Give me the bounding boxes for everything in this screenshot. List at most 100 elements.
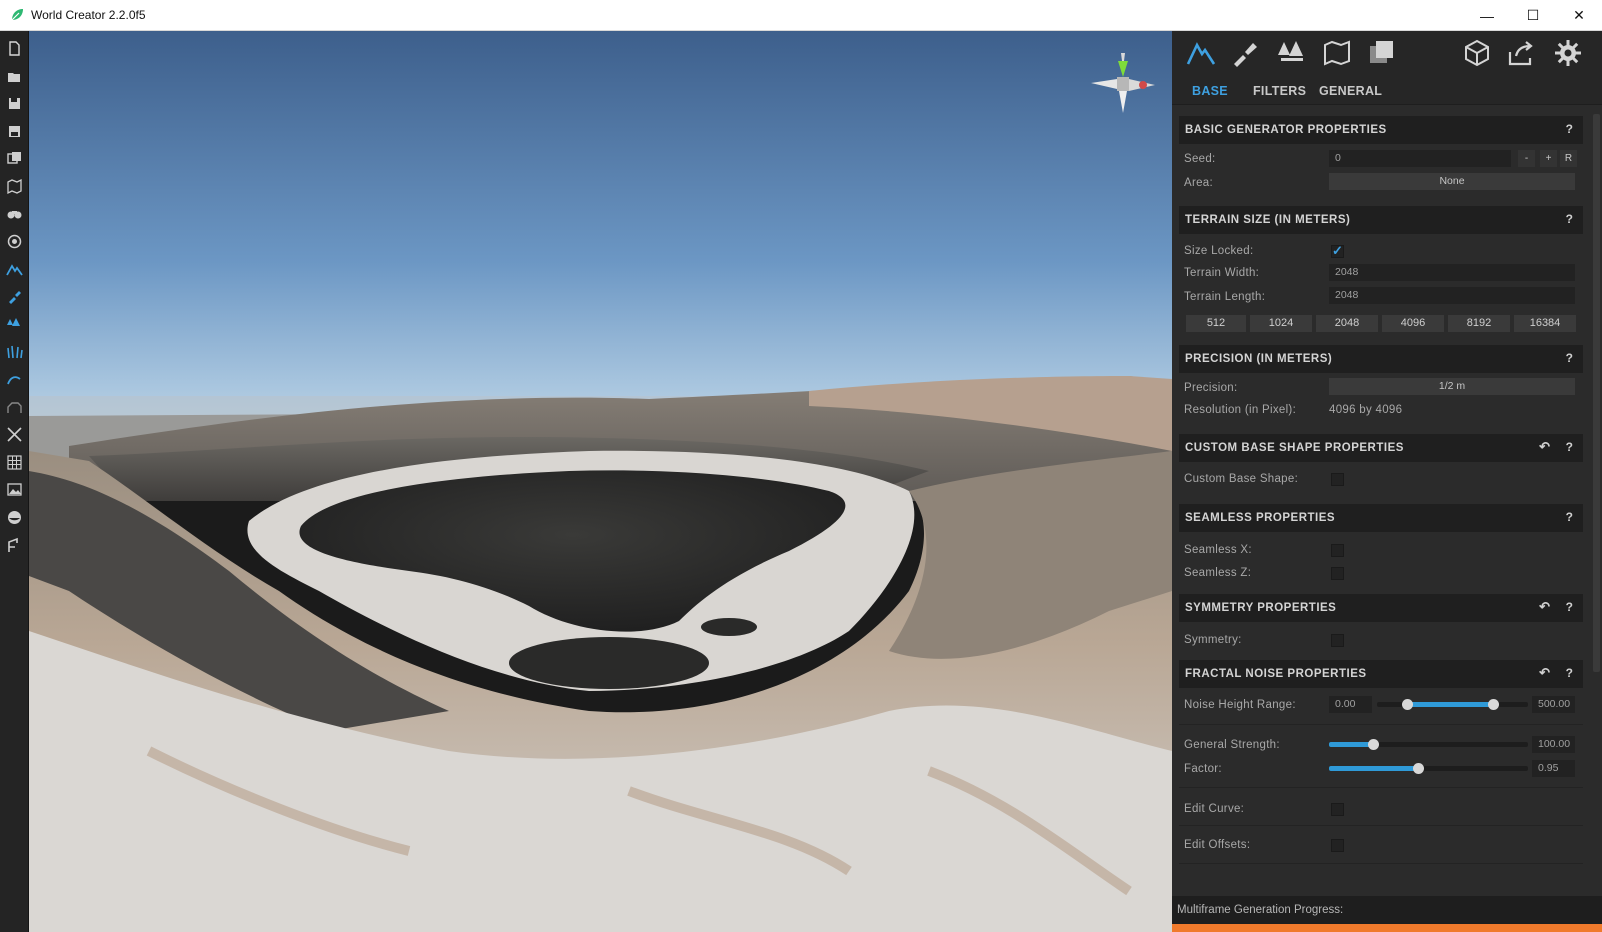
reset-icon[interactable]: ↶ <box>1539 439 1550 455</box>
section-title: TERRAIN SIZE (IN METERS) <box>1185 214 1351 226</box>
precision-label: Precision: <box>1184 382 1238 394</box>
terrain-icon[interactable] <box>1186 38 1216 68</box>
size-1024-button[interactable]: 1024 <box>1250 315 1312 332</box>
section-symmetry[interactable]: SYMMETRY PROPERTIES ↶ ? <box>1179 594 1583 622</box>
symmetry-checkbox[interactable] <box>1331 634 1344 647</box>
size-4096-button[interactable]: 4096 <box>1382 315 1444 332</box>
general-strength-handle[interactable] <box>1368 739 1379 750</box>
reset-icon[interactable]: ↶ <box>1539 665 1550 681</box>
size-8192-button[interactable]: 8192 <box>1448 315 1510 332</box>
tab-filters[interactable]: FILTERS <box>1253 84 1306 98</box>
settings-icon[interactable] <box>1553 38 1583 68</box>
edit-curve-checkbox[interactable] <box>1331 803 1344 816</box>
factor-fill <box>1329 766 1418 771</box>
size-2048-button[interactable]: 2048 <box>1316 315 1378 332</box>
seed-random-button[interactable]: R <box>1560 150 1577 167</box>
help-icon[interactable]: ? <box>1566 440 1573 454</box>
help-icon[interactable]: ? <box>1566 122 1573 136</box>
sphere-icon[interactable] <box>5 508 24 527</box>
seed-increment-button[interactable]: + <box>1540 150 1557 167</box>
move-icon[interactable] <box>5 425 24 444</box>
layers-icon[interactable] <box>1367 38 1397 68</box>
properties-panel: BASE FILTERS GENERAL BASIC GENERATOR PRO… <box>1172 31 1602 932</box>
properties-scroll-area[interactable]: BASIC GENERATOR PROPERTIES ? Seed: 0 - +… <box>1172 106 1602 896</box>
custom-base-shape-checkbox[interactable] <box>1331 473 1344 486</box>
trees-icon[interactable] <box>5 315 24 334</box>
3d-viewport[interactable] <box>29 31 1172 932</box>
help-icon[interactable]: ? <box>1566 212 1573 226</box>
binoculars-icon[interactable] <box>5 204 24 223</box>
reset-icon[interactable]: ↶ <box>1539 599 1550 615</box>
section-fractal-noise[interactable]: FRACTAL NOISE PROPERTIES ↶ ? <box>1179 660 1583 688</box>
seamless-z-checkbox[interactable] <box>1331 567 1344 580</box>
terrain-scene <box>29 31 1172 932</box>
brush-icon[interactable] <box>1230 38 1260 68</box>
factor-handle[interactable] <box>1413 763 1424 774</box>
maximize-button[interactable]: ☐ <box>1510 0 1556 31</box>
tab-general[interactable]: GENERAL <box>1319 84 1382 98</box>
seamless-x-checkbox[interactable] <box>1331 544 1344 557</box>
help-icon[interactable]: ? <box>1566 666 1573 680</box>
divider <box>1179 724 1583 725</box>
help-icon[interactable]: ? <box>1566 600 1573 614</box>
noise-range-fill <box>1407 702 1494 707</box>
seamless-z-label: Seamless Z: <box>1184 567 1252 579</box>
section-seamless[interactable]: SEAMLESS PROPERTIES ? <box>1179 504 1583 532</box>
grid-icon[interactable] <box>5 453 24 472</box>
image-icon[interactable] <box>5 480 24 499</box>
cube-icon[interactable] <box>1462 38 1492 68</box>
general-strength-label: General Strength: <box>1184 739 1280 751</box>
map-icon[interactable] <box>5 177 24 196</box>
close-button[interactable]: ✕ <box>1556 0 1602 31</box>
section-precision[interactable]: PRECISION (IN METERS) ? <box>1179 345 1583 373</box>
edit-offsets-checkbox[interactable] <box>1331 839 1344 852</box>
section-title: SEAMLESS PROPERTIES <box>1185 512 1336 524</box>
module-toolbar <box>1172 31 1602 75</box>
save-as-icon[interactable] <box>5 122 24 141</box>
section-title: CUSTOM BASE SHAPE PROPERTIES <box>1185 442 1404 454</box>
brush-icon[interactable] <box>5 287 24 306</box>
title-bar: World Creator 2.2.0f5 — ☐ ✕ <box>0 0 1602 31</box>
terrain-length-input[interactable]: 2048 <box>1329 287 1575 304</box>
new-file-icon[interactable] <box>5 39 24 58</box>
aperture-icon[interactable] <box>5 232 24 251</box>
factor-label: Factor: <box>1184 763 1222 775</box>
factor-input[interactable]: 0.95 <box>1532 760 1575 777</box>
map-icon[interactable] <box>1322 38 1352 68</box>
size-512-button[interactable]: 512 <box>1186 315 1246 332</box>
noise-range-min-handle[interactable] <box>1402 699 1413 710</box>
section-custom-base-shape[interactable]: CUSTOM BASE SHAPE PROPERTIES ↶ ? <box>1179 434 1583 462</box>
section-terrain-size[interactable]: TERRAIN SIZE (IN METERS) ? <box>1179 206 1583 234</box>
help-icon[interactable]: ? <box>1566 510 1573 524</box>
section-basic-generator[interactable]: BASIC GENERATOR PROPERTIES ? <box>1179 116 1583 144</box>
general-strength-input[interactable]: 100.00 <box>1532 736 1575 753</box>
help-icon[interactable]: ? <box>1566 351 1573 365</box>
terrain-width-input[interactable]: 2048 <box>1329 264 1575 281</box>
import-icon[interactable] <box>5 149 24 168</box>
precision-dropdown[interactable]: 1/2 m <box>1329 378 1575 395</box>
trees-icon[interactable] <box>1276 38 1306 68</box>
area-dropdown[interactable]: None <box>1329 173 1575 190</box>
seed-decrement-button[interactable]: - <box>1518 150 1535 167</box>
save-icon[interactable] <box>5 94 24 113</box>
noise-range-max-input[interactable]: 500.00 <box>1532 696 1575 713</box>
export-icon[interactable] <box>1506 38 1536 68</box>
seed-input[interactable]: 0 <box>1329 150 1511 167</box>
open-folder-icon[interactable] <box>5 67 24 86</box>
water-icon[interactable] <box>5 370 24 389</box>
tab-base[interactable]: BASE <box>1192 84 1228 98</box>
seamless-x-label: Seamless X: <box>1184 544 1252 556</box>
minimize-button[interactable]: — <box>1464 0 1510 31</box>
noise-range-min-input[interactable]: 0.00 <box>1329 696 1372 713</box>
vertical-scrollbar[interactable] <box>1593 114 1600 672</box>
progress-label: Multiframe Generation Progress: <box>1177 904 1344 916</box>
crane-icon[interactable] <box>5 536 24 555</box>
orientation-gizmo-icon[interactable] <box>1087 49 1159 121</box>
noise-range-max-handle[interactable] <box>1488 699 1499 710</box>
grass-icon[interactable] <box>5 342 24 361</box>
resolution-label: Resolution (in Pixel): <box>1184 404 1297 416</box>
animals-icon[interactable] <box>5 398 24 417</box>
size-16384-button[interactable]: 16384 <box>1514 315 1576 332</box>
terrain-icon[interactable] <box>5 260 24 279</box>
size-locked-checkbox[interactable]: ✓ <box>1331 243 1344 258</box>
